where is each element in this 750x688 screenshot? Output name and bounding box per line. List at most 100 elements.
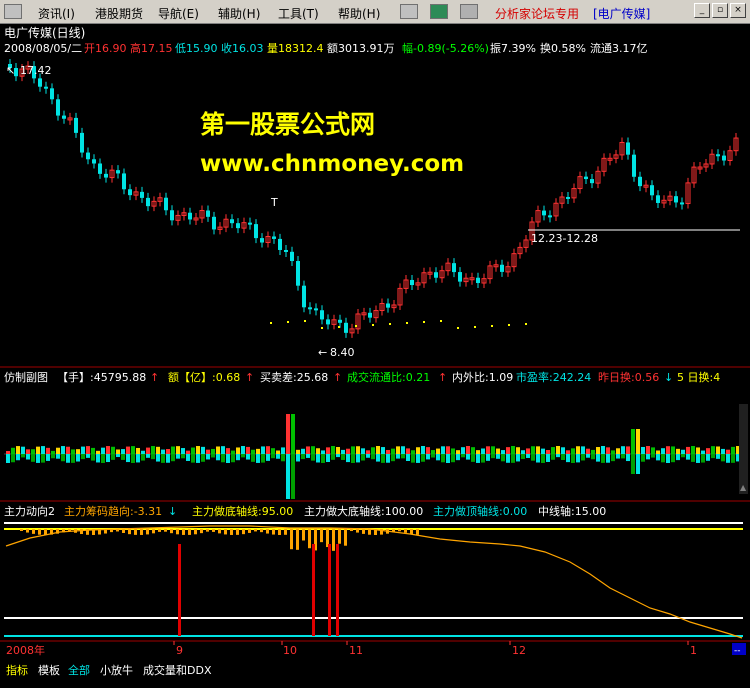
trend-bar	[92, 529, 95, 535]
trend-bar	[188, 529, 191, 535]
trend-bar	[410, 529, 413, 535]
sub1-bar-up	[461, 447, 465, 454]
app-icon[interactable]	[4, 4, 22, 19]
sub1-bar-down	[371, 454, 375, 460]
signal-dot	[338, 326, 340, 328]
sub1-bar-up	[111, 446, 115, 454]
trend-bar	[80, 529, 83, 535]
sub1-bar-down	[536, 454, 540, 463]
sub1-bar-up	[6, 451, 10, 454]
sub1-bar-down	[251, 454, 255, 462]
sub1-bar-down	[396, 454, 400, 459]
sub1-bars	[6, 414, 740, 499]
sub1-bar-down	[86, 454, 90, 458]
trend-bar	[332, 529, 335, 551]
candle	[74, 117, 78, 133]
trend-bar	[272, 529, 275, 535]
sub2-bottom-axis: 主力做底轴线:95.00	[192, 504, 293, 518]
sub1-bar-up	[446, 446, 450, 454]
sub1-bar-down	[161, 454, 165, 463]
menu-hk-futures[interactable]: 港股期货	[95, 5, 143, 22]
sub1-bar-up	[401, 446, 405, 454]
sub1-inout: 内外比:1.09	[452, 370, 513, 384]
tab-volume-ddx[interactable]: 成交量和DDX	[143, 662, 211, 678]
menu-help[interactable]: 帮助(H)	[338, 5, 380, 22]
tab-template[interactable]: 模板	[38, 662, 60, 678]
sub1-bar-down	[261, 454, 265, 463]
trend-bar	[404, 529, 407, 533]
stock-chart[interactable]: 电广传媒(日线) 2008/08/05/二 开16.90 高17.15 低15.…	[0, 24, 750, 658]
sub1-bar-up	[211, 448, 215, 454]
sub1-bar-down	[96, 454, 100, 463]
signal-dot	[525, 323, 527, 325]
sub1-bar-up	[441, 446, 445, 454]
sub1-bar-down	[176, 454, 180, 459]
sub1-bar-down	[566, 454, 570, 463]
sub1-bar-up	[596, 447, 600, 454]
sub1-bar-down	[21, 454, 25, 458]
sub1-bar-up	[501, 450, 505, 454]
toolbar-icon-1[interactable]	[400, 4, 418, 19]
candle	[104, 173, 108, 178]
sub1-bar-down	[691, 454, 695, 462]
sub1-bar-up	[506, 447, 510, 454]
chart-title: 电广传媒(日线)	[4, 25, 85, 40]
candle	[320, 310, 324, 320]
trend-bar	[230, 529, 233, 535]
sub1-bar-down	[56, 454, 60, 459]
menu-info[interactable]: 资讯(I)	[38, 5, 75, 22]
candle	[566, 196, 570, 199]
sub1-diff: 买卖差:25.68	[260, 370, 328, 384]
tab-xiaofangniu[interactable]: 小放牛	[100, 662, 133, 678]
trend-bar	[284, 529, 287, 535]
sub1-bar-up	[496, 448, 500, 454]
sub1-bar-up	[311, 446, 315, 454]
sub1-bar-down	[436, 454, 440, 461]
sub1-bar-down	[646, 454, 650, 460]
timeline-year: 2008年	[6, 643, 45, 657]
sub1-bar-up	[321, 450, 325, 454]
watermark-line2: www.chnmoney.com	[200, 151, 464, 177]
sub1-bar-up	[151, 446, 155, 454]
sub1-bar-down	[631, 454, 635, 474]
restore-button[interactable]: ▫	[712, 3, 728, 18]
menu-assist[interactable]: 辅助(H)	[218, 5, 260, 22]
sub1-bar-up	[731, 446, 735, 454]
sub1-bar-down	[491, 454, 495, 459]
tab-all[interactable]: 全部	[68, 662, 90, 678]
sub1-bar-up	[481, 448, 485, 454]
close-button[interactable]: ×	[730, 3, 746, 18]
sub1-bar-down	[191, 454, 195, 463]
sub1-bar-down	[581, 454, 585, 461]
scroll-up-icon[interactable]: ▲	[740, 483, 747, 492]
sub1-bar-up	[291, 414, 295, 454]
sub1-bar-down	[696, 454, 700, 463]
candle	[338, 319, 342, 323]
sub1-bar-down	[66, 454, 70, 463]
toolbar-icon-3[interactable]	[460, 4, 478, 19]
minimize-button[interactable]: _	[694, 3, 710, 18]
candle	[716, 154, 720, 157]
sub1-bar-up	[661, 448, 665, 454]
tab-indicator[interactable]: 指标	[6, 662, 28, 678]
tab-bar: 指标 模板 全部 小放牛 成交量和DDX	[0, 658, 750, 688]
sub1-bar-up	[686, 446, 690, 454]
sub1-bar-up	[126, 446, 130, 454]
trend-bar	[44, 529, 47, 535]
sub1-bar-up	[386, 449, 390, 454]
sub1-bar-up	[66, 446, 70, 454]
sub1-bar-up	[431, 450, 435, 454]
candle	[584, 176, 588, 180]
candle	[170, 210, 174, 221]
trend-bar	[362, 529, 365, 534]
sub1-bar-up	[541, 448, 545, 454]
sub1-bar-up	[391, 448, 395, 454]
toolbar-icon-2[interactable]	[430, 4, 448, 19]
menu-tools[interactable]: 工具(T)	[278, 5, 319, 22]
menu-navigation[interactable]: 导航(E)	[158, 5, 199, 22]
sub1-bar-down	[131, 454, 135, 463]
candle	[452, 263, 456, 273]
sub1-bar-up	[361, 448, 365, 454]
scrollbar-track[interactable]	[739, 404, 748, 494]
sub1-bar-down	[11, 454, 15, 463]
